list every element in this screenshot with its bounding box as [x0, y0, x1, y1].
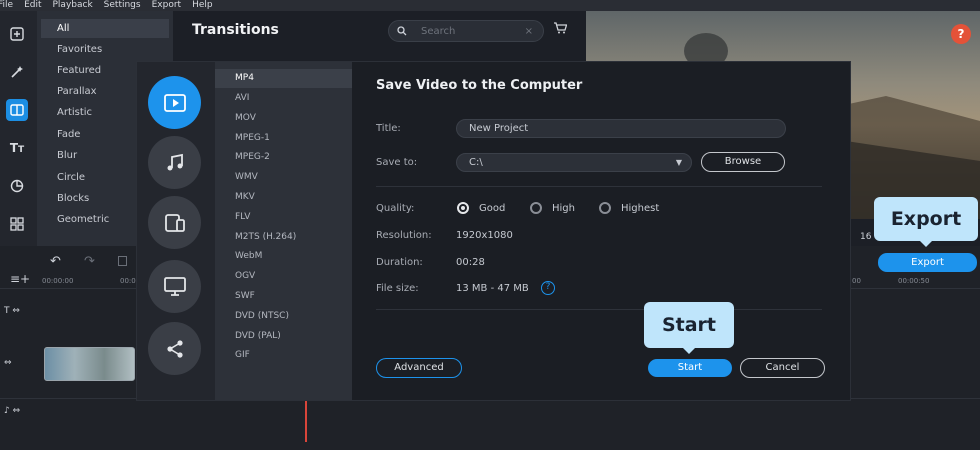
clear-search-icon[interactable]: ×: [525, 26, 533, 37]
export-callout: Export: [874, 197, 978, 247]
format-list: MP4 AVI MOV MPEG-1 MPEG-2 WMV MKV FLV M2…: [215, 62, 352, 400]
format-mp4[interactable]: MP4: [215, 69, 352, 88]
share-icon[interactable]: [148, 322, 201, 375]
import-icon[interactable]: [6, 23, 28, 45]
format-mov[interactable]: MOV: [215, 109, 352, 128]
redo-icon[interactable]: ↷: [84, 254, 95, 269]
cancel-button[interactable]: Cancel: [740, 358, 825, 378]
video-clip-thumbnail[interactable]: [44, 347, 135, 381]
format-gif[interactable]: GIF: [215, 346, 352, 365]
format-mpeg1[interactable]: MPEG-1: [215, 129, 352, 148]
format-webm[interactable]: WebM: [215, 247, 352, 266]
format-mpeg2[interactable]: MPEG-2: [215, 148, 352, 167]
quality-good-radio[interactable]: [457, 202, 469, 214]
format-ogv[interactable]: OGV: [215, 267, 352, 286]
advanced-button[interactable]: Advanced: [376, 358, 462, 378]
menu-bar: File Edit Playback Settings Export Help: [0, 0, 980, 11]
ruler-time-1: 00:00:00: [42, 277, 74, 285]
browse-button[interactable]: Browse: [701, 152, 785, 172]
format-mkv[interactable]: MKV: [215, 188, 352, 207]
search-icon: [397, 26, 407, 36]
transitions-title: Transitions: [192, 22, 279, 38]
category-all[interactable]: All: [41, 19, 169, 38]
stickers-icon[interactable]: [6, 175, 28, 197]
audio-file-icon[interactable]: [148, 136, 201, 189]
dialog-title: Save Video to the Computer: [376, 78, 583, 93]
format-flv[interactable]: FLV: [215, 208, 352, 227]
filesize-value: 13 MB - 47 MB: [456, 283, 529, 294]
menu-settings[interactable]: Settings: [104, 0, 141, 11]
start-callout: Start: [644, 302, 734, 354]
left-toolbar: TT: [0, 11, 37, 246]
save-to-path: C:\: [469, 157, 483, 168]
undo-icon[interactable]: ↶: [50, 254, 61, 269]
more-tools-icon[interactable]: [6, 213, 28, 235]
menu-edit[interactable]: Edit: [24, 0, 41, 11]
format-m2ts[interactable]: M2TS (H.264): [215, 228, 352, 247]
duration-label: Duration:: [376, 257, 423, 268]
ruler-time-3: 00: [852, 277, 861, 285]
audio-track-icon: ♪ ⇔: [4, 406, 21, 416]
video-file-icon[interactable]: [148, 76, 201, 129]
filesize-label: File size:: [376, 283, 419, 294]
filesize-info-icon[interactable]: ?: [541, 281, 555, 295]
save-to-label: Save to:: [376, 157, 418, 168]
title-label: Title:: [376, 123, 401, 134]
titles-icon[interactable]: TT: [6, 137, 28, 159]
format-dvd-ntsc[interactable]: DVD (NTSC): [215, 307, 352, 326]
text-track-icon: T ⇔: [4, 306, 20, 316]
playhead[interactable]: [305, 400, 307, 442]
resolution-value: 1920x1080: [456, 230, 513, 241]
menu-playback[interactable]: Playback: [53, 0, 93, 11]
search-placeholder: Search: [421, 25, 456, 37]
tv-icon[interactable]: [148, 260, 201, 313]
menu-help[interactable]: Help: [192, 0, 213, 11]
ruler-time-2: 00:0: [120, 277, 136, 285]
magic-wand-icon[interactable]: [6, 61, 28, 83]
export-button[interactable]: Export: [878, 253, 977, 272]
devices-icon[interactable]: [148, 196, 201, 249]
resolution-label: Resolution:: [376, 230, 432, 241]
help-button[interactable]: ?: [951, 24, 971, 44]
duration-value: 00:28: [456, 257, 485, 268]
ruler-time-4: 00:00:50: [898, 277, 930, 285]
transitions-icon[interactable]: [6, 99, 28, 121]
quality-label: Quality:: [376, 203, 415, 214]
chevron-down-icon[interactable]: ▼: [676, 154, 682, 171]
quality-high-label: High: [552, 203, 575, 214]
add-track-icon[interactable]: ≡+: [10, 272, 30, 286]
start-button[interactable]: Start: [648, 359, 732, 377]
save-to-input[interactable]: C:\ ▼: [456, 153, 692, 172]
format-avi[interactable]: AVI: [215, 89, 352, 108]
search-input[interactable]: Search ×: [388, 20, 544, 42]
category-favorites[interactable]: Favorites: [41, 40, 169, 59]
quality-high-radio[interactable]: [530, 202, 542, 214]
quality-good-label: Good: [479, 203, 506, 214]
menu-export[interactable]: Export: [152, 0, 181, 11]
time-counter: 16: [860, 232, 872, 242]
quality-highest-radio[interactable]: [599, 202, 611, 214]
format-swf[interactable]: SWF: [215, 287, 352, 306]
menu-file[interactable]: File: [0, 0, 13, 11]
quality-highest-label: Highest: [621, 203, 660, 214]
cart-icon[interactable]: [553, 22, 568, 37]
format-dvd-pal[interactable]: DVD (PAL): [215, 327, 352, 346]
format-wmv[interactable]: WMV: [215, 168, 352, 187]
video-track-icon: ⇔: [4, 358, 12, 368]
export-type-sidebar: [137, 62, 215, 400]
title-input[interactable]: New Project: [456, 119, 786, 138]
delete-icon[interactable]: [118, 256, 127, 266]
